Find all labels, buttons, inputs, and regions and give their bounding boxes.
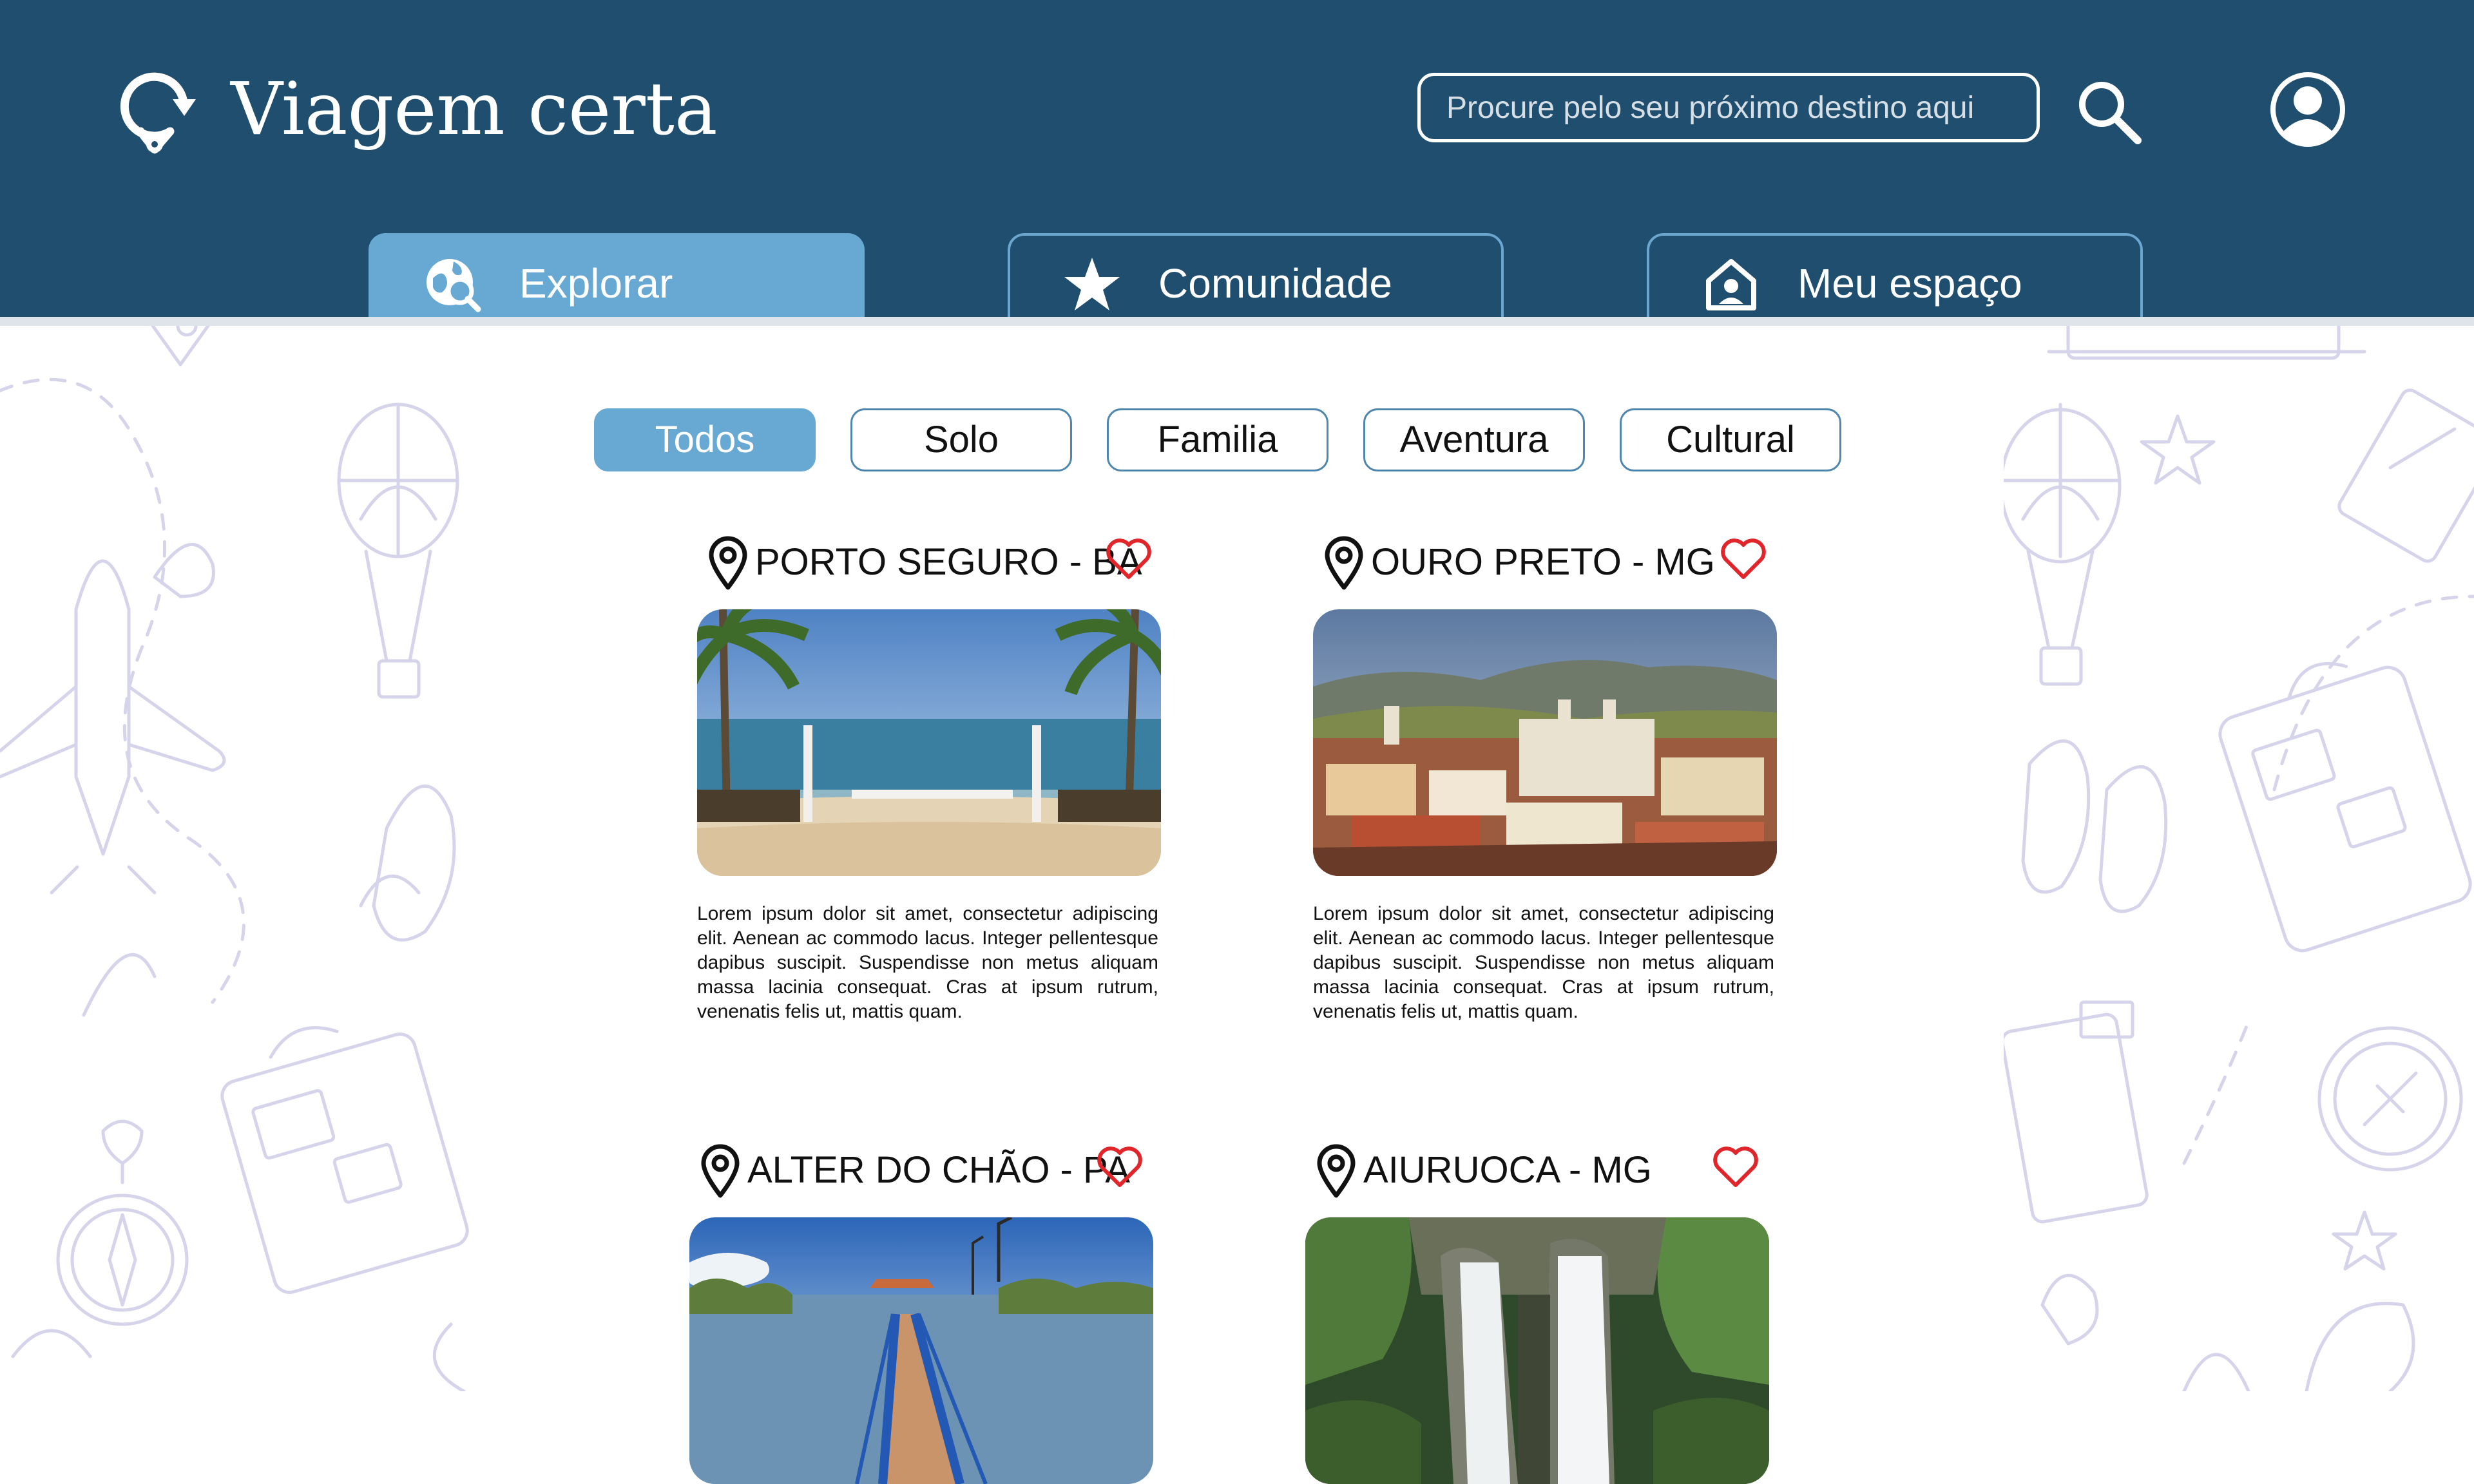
destination-description: Lorem ipsum dolor sit amet, consectetur … xyxy=(1313,903,1774,1022)
card-header: ALTER DO CHÃO - PA xyxy=(689,1135,1166,1199)
travel-doodle-pattern xyxy=(2004,326,2474,1391)
destination-description: Lorem ipsum dolor sit amet, consectetur … xyxy=(697,903,1158,1022)
tab-label: Explorar xyxy=(519,260,673,307)
destination-image[interactable] xyxy=(697,609,1161,876)
tab-comunidade[interactable]: Comunidade xyxy=(1008,233,1504,318)
card-header: PORTO SEGURO - BA xyxy=(697,527,1174,591)
tab-explorar[interactable]: Explorar xyxy=(369,233,865,318)
destination-image[interactable] xyxy=(689,1217,1153,1484)
header-divider xyxy=(0,317,2474,326)
colonial-town-photo xyxy=(1313,609,1777,876)
destination-image[interactable] xyxy=(1313,609,1777,876)
map-pin-icon xyxy=(1317,1144,1356,1198)
card-header: AIURUOCA - MG xyxy=(1305,1135,1782,1199)
travel-doodle-pattern xyxy=(0,326,469,1391)
heart-icon[interactable] xyxy=(1711,1144,1760,1190)
map-pin-icon xyxy=(701,1144,740,1198)
filter-aventura[interactable]: Aventura xyxy=(1363,408,1585,471)
destination-image[interactable] xyxy=(1305,1217,1769,1484)
heart-icon[interactable] xyxy=(1719,536,1768,582)
map-pin-icon xyxy=(709,536,747,590)
filter-familia[interactable]: Familia xyxy=(1107,408,1328,471)
top-header: Viagem certa Explorar Comunidade Meu xyxy=(0,0,2474,318)
filter-cultural[interactable]: Cultural xyxy=(1620,408,1841,471)
search-icon[interactable] xyxy=(2073,76,2144,147)
heart-icon[interactable] xyxy=(1104,536,1153,582)
destination-title: ALTER DO CHÃO - PA xyxy=(747,1149,1131,1191)
tab-meu-espaco[interactable]: Meu espaço xyxy=(1647,233,2143,318)
app-title: Viagem certa xyxy=(231,68,718,151)
star-icon xyxy=(1064,258,1120,310)
heart-icon[interactable] xyxy=(1095,1144,1144,1190)
beach-photo xyxy=(697,609,1161,876)
location-refresh-icon xyxy=(120,72,196,154)
map-pin-icon xyxy=(1325,536,1363,590)
destination-title: OURO PRETO - MG xyxy=(1371,541,1715,583)
tab-label: Comunidade xyxy=(1158,260,1392,307)
globe-search-icon xyxy=(427,259,481,312)
pier-photo xyxy=(689,1217,1153,1484)
user-circle-icon[interactable] xyxy=(2267,68,2349,151)
tab-label: Meu espaço xyxy=(1798,260,2022,307)
waterfall-photo xyxy=(1305,1217,1769,1484)
search-input[interactable] xyxy=(1417,73,2040,142)
home-user-icon xyxy=(1706,259,1756,310)
card-header: OURO PRETO - MG xyxy=(1313,527,1790,591)
destination-title: AIURUOCA - MG xyxy=(1363,1149,1652,1191)
filter-todos[interactable]: Todos xyxy=(594,408,816,471)
filter-solo[interactable]: Solo xyxy=(850,408,1072,471)
destination-title: PORTO SEGURO - BA xyxy=(755,541,1142,583)
